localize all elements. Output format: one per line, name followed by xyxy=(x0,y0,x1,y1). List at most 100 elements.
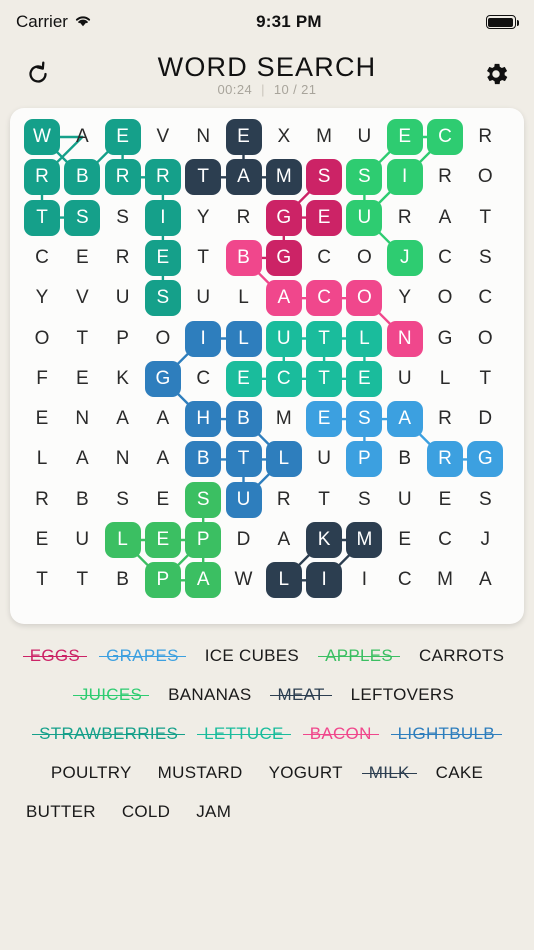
grid-cell[interactable]: E xyxy=(306,401,343,438)
grid-cell[interactable]: W xyxy=(226,562,262,598)
grid-cell[interactable]: Y xyxy=(387,280,423,316)
grid-cell[interactable]: W xyxy=(24,119,60,155)
grid-cell[interactable]: L xyxy=(24,441,60,477)
grid-cell[interactable]: B xyxy=(225,401,262,438)
grid-cell[interactable]: T xyxy=(467,361,503,397)
grid-cell[interactable]: E xyxy=(64,361,100,397)
grid-cell[interactable]: E xyxy=(387,522,423,558)
grid-cell[interactable]: O xyxy=(427,280,463,316)
grid-cell[interactable]: T xyxy=(24,199,60,236)
grid-cell[interactable]: L xyxy=(265,441,302,478)
grid-cell[interactable]: X xyxy=(266,119,302,155)
grid-cell[interactable]: B xyxy=(185,441,222,478)
grid-cell[interactable]: L xyxy=(226,280,262,316)
grid-cell[interactable]: P xyxy=(144,562,181,599)
grid-cell[interactable]: R xyxy=(427,159,463,195)
grid-cell[interactable]: N xyxy=(386,320,423,357)
grid-cell[interactable]: J xyxy=(386,239,423,276)
grid-cell[interactable]: G xyxy=(265,199,302,236)
grid-cell[interactable]: R xyxy=(105,240,141,276)
grid-cell[interactable]: P xyxy=(105,321,141,357)
word-list-item[interactable]: LEFTOVERS xyxy=(351,685,454,705)
grid-cell[interactable]: M xyxy=(265,159,302,196)
grid-cell[interactable]: C xyxy=(427,119,463,155)
grid-cell[interactable]: I xyxy=(306,562,343,599)
grid-cell[interactable]: G xyxy=(427,321,463,357)
grid-cell[interactable]: U xyxy=(105,280,141,316)
grid-cell[interactable]: T xyxy=(64,562,100,598)
grid-cell[interactable]: C xyxy=(185,361,221,397)
word-list-item[interactable]: EGGS xyxy=(22,646,88,666)
grid-cell[interactable]: A xyxy=(64,119,100,155)
grid-cell[interactable]: C xyxy=(265,360,302,397)
grid-cell[interactable]: A xyxy=(105,401,141,437)
grid-cell[interactable]: R xyxy=(226,200,262,236)
grid-cell[interactable]: E xyxy=(427,482,463,518)
grid-cell[interactable]: B xyxy=(387,441,423,477)
settings-button[interactable] xyxy=(476,54,516,94)
grid-cell[interactable]: A xyxy=(185,562,222,599)
grid-cell[interactable]: O xyxy=(346,240,382,276)
grid-cell[interactable]: A xyxy=(145,401,181,437)
word-list-item[interactable]: LETTUCE xyxy=(197,724,291,744)
grid-cell[interactable]: M xyxy=(266,401,302,437)
grid-cell[interactable]: R xyxy=(24,482,60,518)
grid-cell[interactable]: G xyxy=(467,441,504,478)
grid-cell[interactable]: N xyxy=(105,441,141,477)
word-list-item[interactable]: CAKE xyxy=(436,763,484,783)
grid-cell[interactable]: G xyxy=(144,360,181,397)
grid-cell[interactable]: Y xyxy=(24,280,60,316)
grid-cell[interactable]: A xyxy=(467,562,503,598)
grid-cell[interactable]: E xyxy=(145,482,181,518)
word-list-item[interactable]: BACON xyxy=(302,724,379,744)
grid-wrapper[interactable]: WAEVNEXMUECRRBRRTAMSSIROTSSIYRGEURATCERE… xyxy=(10,108,524,624)
grid-cell[interactable]: G xyxy=(265,239,302,276)
grid-cell[interactable]: I xyxy=(185,320,222,357)
word-list-item[interactable]: CARROTS xyxy=(419,646,504,666)
grid-cell[interactable]: A xyxy=(427,200,463,236)
grid-cell[interactable]: S xyxy=(105,482,141,518)
grid-cell[interactable]: U xyxy=(346,199,383,236)
grid-cell[interactable]: Y xyxy=(185,200,221,236)
grid-cell[interactable]: A xyxy=(266,522,302,558)
grid-cell[interactable]: B xyxy=(64,159,101,196)
grid-cell[interactable]: D xyxy=(467,401,503,437)
grid-cell[interactable]: S xyxy=(467,240,503,276)
grid-cell[interactable]: C xyxy=(427,240,463,276)
grid-cell[interactable]: T xyxy=(24,562,60,598)
grid-cell[interactable]: E xyxy=(225,119,262,155)
grid-cell[interactable]: C xyxy=(427,522,463,558)
grid-cell[interactable]: R xyxy=(24,159,60,196)
grid-cell[interactable]: F xyxy=(24,361,60,397)
grid-cell[interactable]: B xyxy=(64,482,100,518)
grid-cell[interactable]: E xyxy=(24,522,60,558)
grid-cell[interactable]: S xyxy=(185,481,222,518)
grid-cell[interactable]: U xyxy=(185,280,221,316)
grid-cell[interactable]: O xyxy=(145,321,181,357)
grid-cell[interactable]: C xyxy=(387,562,423,598)
grid-cell[interactable]: C xyxy=(306,240,342,276)
grid-cell[interactable]: T xyxy=(64,321,100,357)
word-list-item[interactable]: JAM xyxy=(196,802,231,822)
grid-cell[interactable]: T xyxy=(185,159,222,196)
grid-cell[interactable]: S xyxy=(346,159,383,196)
grid-cell[interactable]: M xyxy=(427,562,463,598)
grid-cell[interactable]: S xyxy=(346,401,383,438)
grid-cell[interactable]: U xyxy=(346,119,382,155)
grid-cell[interactable]: M xyxy=(346,522,383,558)
grid-cell[interactable]: T xyxy=(467,200,503,236)
grid-cell[interactable]: N xyxy=(64,401,100,437)
grid-cell[interactable]: U xyxy=(64,522,100,558)
word-list-item[interactable]: ICE CUBES xyxy=(205,646,299,666)
word-list-item[interactable]: MILK xyxy=(361,763,417,783)
word-search-board[interactable]: WAEVNEXMUECRRBRRTAMSSIROTSSIYRGEURATCERE… xyxy=(10,108,524,624)
grid-cell[interactable]: I xyxy=(346,562,382,598)
grid-cell[interactable]: P xyxy=(346,441,383,478)
grid-cell[interactable]: U xyxy=(387,361,423,397)
grid-cell[interactable]: E xyxy=(144,239,181,276)
grid-cell[interactable]: A xyxy=(386,401,423,438)
word-list-item[interactable]: BUTTER xyxy=(26,802,96,822)
grid-cell[interactable]: T xyxy=(225,441,262,478)
grid-cell[interactable]: J xyxy=(467,522,503,558)
grid-cell[interactable]: I xyxy=(386,159,423,196)
